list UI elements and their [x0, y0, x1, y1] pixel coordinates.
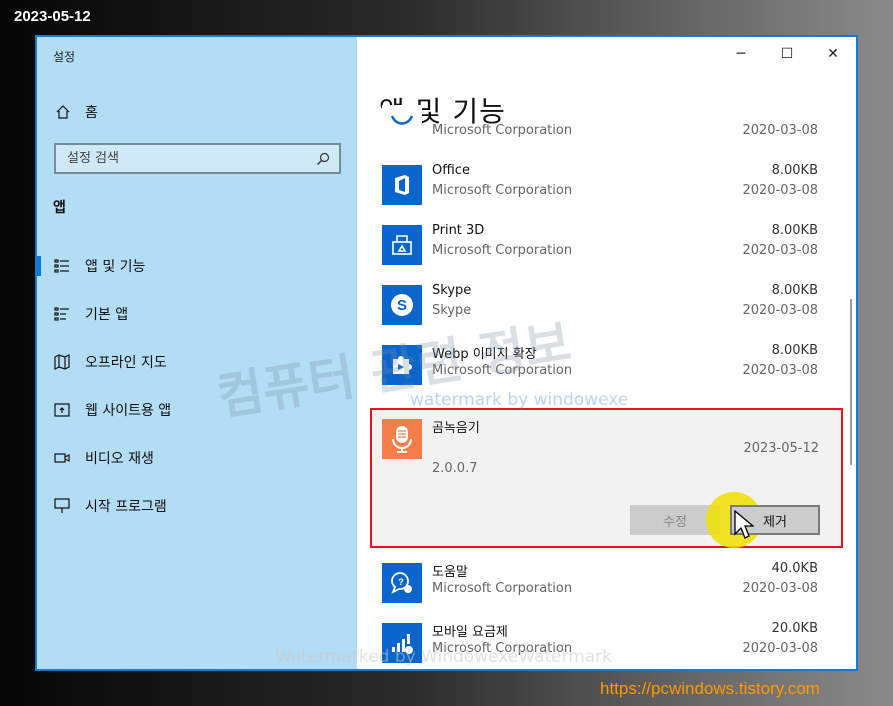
app-size: 8.00KB	[771, 223, 818, 238]
microphone-icon	[382, 419, 422, 459]
apps-for-websites-icon	[53, 401, 71, 419]
window-controls: ─ ☐ ✕	[718, 37, 856, 71]
app-date: 2020-03-08	[742, 641, 818, 656]
date-stamp: 2023-05-12	[14, 8, 91, 25]
app-name: 모바일 요금제	[432, 625, 508, 640]
watermark-bottom: Watermarked by WindowexeWatermark	[275, 647, 613, 667]
app-name: Office	[432, 163, 470, 178]
sidebar-item-label: 웹 사이트용 앱	[85, 403, 172, 419]
app-publisher: Skype	[432, 303, 472, 318]
app-row[interactable]: Print 3D Microsoft Corporation 8.00KB 20…	[370, 215, 840, 275]
app-size: 8.00KB	[771, 283, 818, 298]
get-help-icon: ?	[382, 563, 422, 603]
close-button[interactable]: ✕	[810, 37, 856, 71]
print-3d-icon	[382, 225, 422, 265]
app-size: 8.00KB	[771, 163, 818, 178]
app-row[interactable]: Microsoft Corporation 2020-03-08	[370, 95, 840, 155]
search-icon[interactable]	[311, 147, 335, 171]
app-date: 2020-03-08	[742, 243, 818, 258]
sidebar-home-label: 홈	[85, 105, 98, 121]
window-title: 설정	[53, 50, 76, 64]
site-url: https://pcwindows.tistory.com	[600, 679, 820, 698]
apps-features-icon	[53, 257, 71, 275]
app-name: Print 3D	[432, 223, 485, 238]
selected-app-row[interactable]: 곰녹음기 2023-05-12 2.0.0.7 수정 제거	[370, 408, 843, 548]
video-playback-icon	[53, 449, 71, 467]
sidebar-item-default-apps[interactable]: 기본 앱	[37, 290, 357, 338]
home-icon	[53, 102, 73, 122]
app-date: 2020-03-08	[742, 123, 818, 138]
mouse-cursor-icon	[734, 510, 754, 539]
sidebar-item-label: 앱 및 기능	[85, 259, 146, 275]
app-size: 20.0KB	[771, 621, 818, 636]
sidebar-item-label: 기본 앱	[85, 307, 129, 323]
sidebar-item-label: 비디오 재생	[85, 451, 154, 467]
app-name: 곰녹음기	[432, 421, 480, 436]
svg-text:S: S	[397, 297, 407, 314]
app-version: 2.0.0.7	[432, 461, 478, 476]
watermark-subtext: watermark by windowexe	[410, 390, 629, 410]
startup-icon	[53, 497, 71, 515]
skype-icon: S	[382, 285, 422, 325]
app-publisher: Microsoft Corporation	[432, 581, 573, 596]
sidebar-item-startup[interactable]: 시작 프로그램	[37, 482, 357, 530]
app-date: 2020-03-08	[742, 363, 818, 378]
sidebar-item-label: 오프라인 지도	[85, 355, 167, 371]
app-publisher: Microsoft Corporation	[432, 243, 573, 258]
offline-maps-icon	[53, 353, 71, 371]
search-input[interactable]	[56, 151, 311, 166]
sidebar-item-video-playback[interactable]: 비디오 재생	[37, 434, 357, 482]
app-name: 도움말	[432, 565, 468, 580]
minimize-button[interactable]: ─	[718, 37, 764, 71]
app-row[interactable]: Office Microsoft Corporation 8.00KB 2020…	[370, 155, 840, 215]
sidebar-home[interactable]: 홈	[53, 101, 98, 123]
app-date: 2020-03-08	[742, 303, 818, 318]
app-publisher: Microsoft Corporation	[432, 183, 573, 198]
app-date: 2020-03-08	[742, 581, 818, 596]
app-size: 8.00KB	[771, 343, 818, 358]
feedback-hub-icon	[382, 105, 422, 145]
app-size: 40.0KB	[771, 561, 818, 576]
app-date: 2020-03-08	[742, 183, 818, 198]
app-name: Skype	[432, 283, 472, 298]
app-date: 2023-05-12	[743, 441, 819, 456]
app-publisher: Microsoft Corporation	[432, 123, 573, 138]
office-icon	[382, 165, 422, 205]
search-box[interactable]	[54, 143, 341, 174]
default-apps-icon	[53, 305, 71, 323]
section-header: 앱	[53, 200, 66, 216]
svg-text:?: ?	[398, 577, 404, 587]
scrollbar[interactable]	[850, 299, 852, 465]
sidebar-item-apps-features[interactable]: 앱 및 기능	[37, 242, 357, 290]
sidebar-item-label: 시작 프로그램	[85, 499, 167, 515]
maximize-button[interactable]: ☐	[764, 37, 810, 71]
app-row[interactable]: ? 도움말 Microsoft Corporation 40.0KB 2020-…	[370, 553, 840, 613]
